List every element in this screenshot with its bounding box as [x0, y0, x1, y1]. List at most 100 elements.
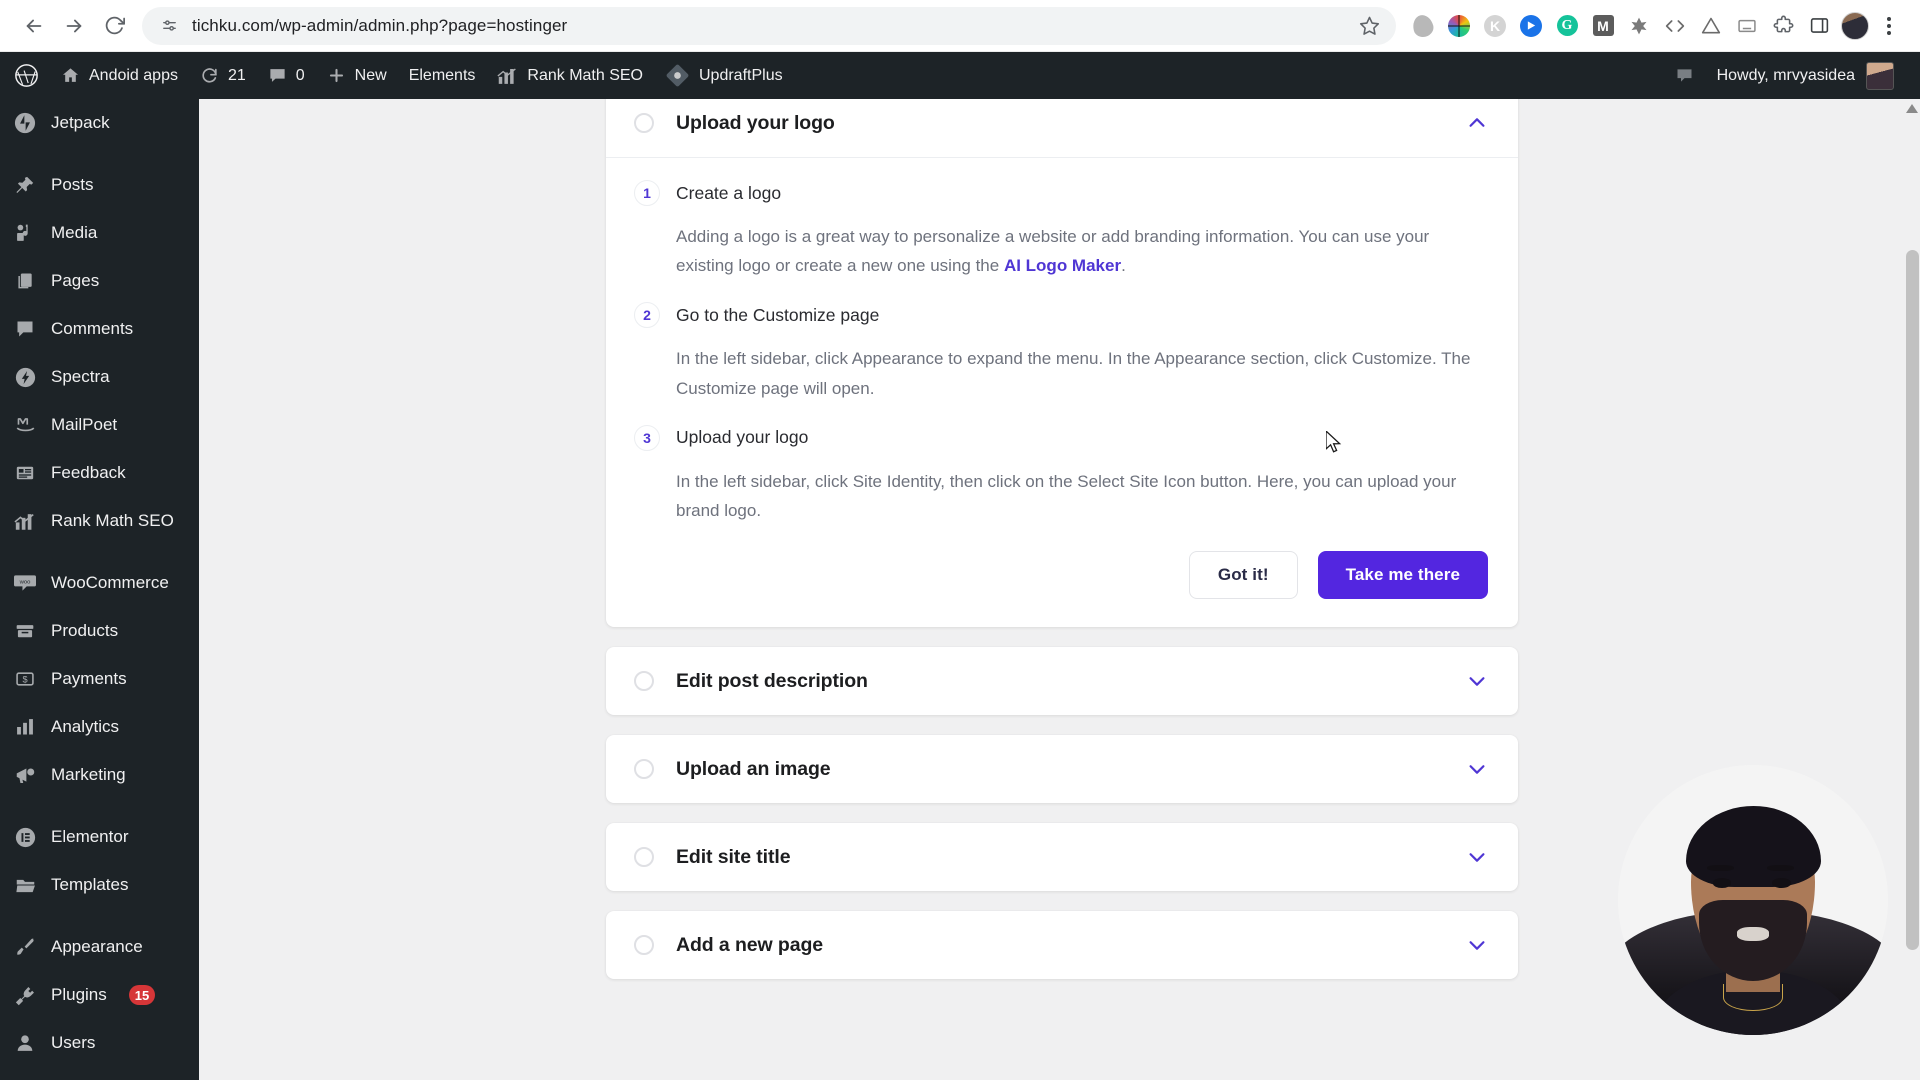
account-menu[interactable]: Howdy, mrvyasidea [1705, 61, 1906, 90]
pages-icon [12, 268, 38, 294]
sidebar-item-payments[interactable]: $ Payments [0, 655, 199, 703]
scroll-up-arrow-icon[interactable] [1906, 101, 1918, 119]
updates-icon [200, 66, 219, 85]
updraftplus-button[interactable]: UpdraftPlus [654, 52, 794, 99]
code-icon[interactable] [1658, 9, 1692, 43]
chevron-down-icon[interactable] [1466, 670, 1488, 692]
ai-logo-maker-link[interactable]: AI Logo Maker [1004, 256, 1121, 275]
elements-button[interactable]: Elements [398, 52, 487, 99]
sidebar-item-templates[interactable]: Templates [0, 861, 199, 909]
monarch-icon[interactable]: M [1586, 9, 1620, 43]
sidebar-item-feedback[interactable]: Feedback [0, 449, 199, 497]
keyboard-icon[interactable] [1730, 9, 1764, 43]
step-2: 2 Go to the Customize page In the left sid… [634, 302, 1488, 402]
sidebar-item-label: WooCommerce [51, 573, 169, 592]
profile-avatar[interactable] [1838, 9, 1872, 43]
sidebar-item-plugins[interactable]: Plugins 15 [0, 971, 199, 1019]
bookmark-star-icon[interactable] [1356, 13, 1382, 39]
task-status-circle-icon[interactable] [634, 671, 654, 692]
notifications-icon[interactable] [1664, 65, 1705, 86]
sidebar-item-label: Appearance [51, 937, 143, 956]
step-title: Create a logo [676, 182, 782, 203]
card-header-edit-site-title[interactable]: Edit site title [606, 823, 1518, 891]
wp-admin-bar: Andoid apps 21 0 New Elements Rank Math … [0, 52, 1920, 99]
sidebar-item-rank-math-seo[interactable]: Rank Math SEO [0, 497, 199, 545]
wp-logo-button[interactable] [0, 52, 50, 99]
onboarding-checklist: Upload your logo 1 Create a logo Adding a … [606, 99, 1518, 999]
svg-text:$: $ [22, 674, 27, 684]
comment-bubble-icon [268, 66, 287, 85]
chevron-down-icon[interactable] [1466, 934, 1488, 956]
sidebar-item-appearance[interactable]: Appearance [0, 923, 199, 971]
forward-button[interactable] [54, 6, 94, 46]
grammarly-icon[interactable]: G [1550, 9, 1584, 43]
page-scrollbar-thumb[interactable] [1906, 250, 1919, 950]
sidebar-item-pages[interactable]: Pages [0, 257, 199, 305]
home-icon [61, 66, 80, 85]
plus-icon [327, 66, 346, 85]
sidebar-item-analytics[interactable]: Analytics [0, 703, 199, 751]
sidebar-item-media[interactable]: Media [0, 209, 199, 257]
svg-text:woo: woo [19, 580, 32, 586]
avatar [1866, 61, 1894, 90]
sidebar-item-label: MailPoet [51, 415, 118, 434]
got-it-button[interactable]: Got it! [1188, 551, 1298, 600]
chevron-up-icon[interactable] [1466, 112, 1488, 134]
sidebar-item-marketing[interactable]: Marketing [0, 751, 199, 799]
sidebar-item-spectra[interactable]: Spectra [0, 353, 199, 401]
step-number-badge: 2 [634, 302, 660, 329]
extensions-puzzle-icon[interactable] [1766, 9, 1800, 43]
new-content-button[interactable]: New [316, 52, 398, 99]
comments-button[interactable]: 0 [257, 52, 316, 99]
elements-label: Elements [408, 66, 476, 84]
card-header-upload-an-image[interactable]: Upload an image [606, 735, 1518, 803]
card-header-add-a-new-page[interactable]: Add a new page [606, 911, 1518, 979]
step-3: 3 Upload your logo In the left sidebar, cl… [634, 424, 1488, 525]
card-upload-your-logo: Upload your logo 1 Create a logo Adding a … [606, 99, 1518, 628]
card-body: 1 Create a logo Adding a logo is a great w… [606, 158, 1518, 627]
card-header-edit-post-description[interactable]: Edit post description [606, 647, 1518, 715]
site-settings-icon[interactable] [158, 15, 180, 37]
card-upload-an-image: Upload an image [606, 735, 1518, 804]
updates-button[interactable]: 21 [189, 52, 257, 99]
sidebar-item-woocommerce[interactable]: woo WooCommerce [0, 559, 199, 607]
step-header: 1 Create a logo [634, 180, 1488, 206]
back-button[interactable] [14, 6, 54, 46]
site-name-label: Andoid apps [89, 66, 178, 84]
video-downloader-icon[interactable] [1514, 9, 1548, 43]
chevron-down-icon[interactable] [1466, 846, 1488, 868]
task-status-circle-icon[interactable] [634, 759, 654, 780]
grammarly-secondary-icon[interactable] [1406, 9, 1440, 43]
take-me-there-button[interactable]: Take me there [1317, 551, 1488, 600]
sidebar-item-comments[interactable]: Comments [0, 305, 199, 353]
loom-icon[interactable] [1622, 9, 1656, 43]
site-name-button[interactable]: Andoid apps [50, 52, 189, 99]
sidebar-item-mailpoet[interactable]: MailPoet [0, 401, 199, 449]
sidebar-item-label: Rank Math SEO [51, 511, 174, 530]
browser-menu-button[interactable] [1872, 9, 1906, 43]
sidebar-separator [0, 147, 199, 161]
rankmath-button[interactable]: Rank Math SEO [486, 52, 654, 99]
task-status-circle-icon[interactable] [634, 935, 654, 956]
card-header-upload-your-logo[interactable]: Upload your logo [606, 99, 1518, 157]
reload-button[interactable] [94, 6, 134, 46]
task-status-circle-icon[interactable] [634, 847, 654, 868]
address-bar[interactable]: tichku.com/wp-admin/admin.php?page=hosti… [142, 6, 1396, 45]
sidebar-item-users[interactable]: Users [0, 1019, 199, 1067]
sidebar-item-products[interactable]: Products [0, 607, 199, 655]
sidebar-item-posts[interactable]: Posts [0, 161, 199, 209]
marketing-icon [12, 762, 38, 788]
sidebar-item-label: Feedback [51, 463, 126, 482]
task-status-circle-icon[interactable] [634, 113, 654, 133]
drive-icon[interactable] [1694, 9, 1728, 43]
kadence-icon[interactable]: K [1478, 9, 1512, 43]
color-picker-icon[interactable] [1442, 9, 1476, 43]
card-title: Edit site title [676, 845, 791, 868]
sidebar-item-elementor[interactable]: Elementor [0, 813, 199, 861]
chevron-down-icon[interactable] [1466, 758, 1488, 780]
side-panel-icon[interactable] [1802, 9, 1836, 43]
sidebar-item-label: Plugins [51, 985, 107, 1004]
payments-icon: $ [12, 666, 38, 692]
sidebar-item-jetpack[interactable]: Jetpack [0, 99, 199, 147]
plugins-icon [12, 982, 38, 1008]
